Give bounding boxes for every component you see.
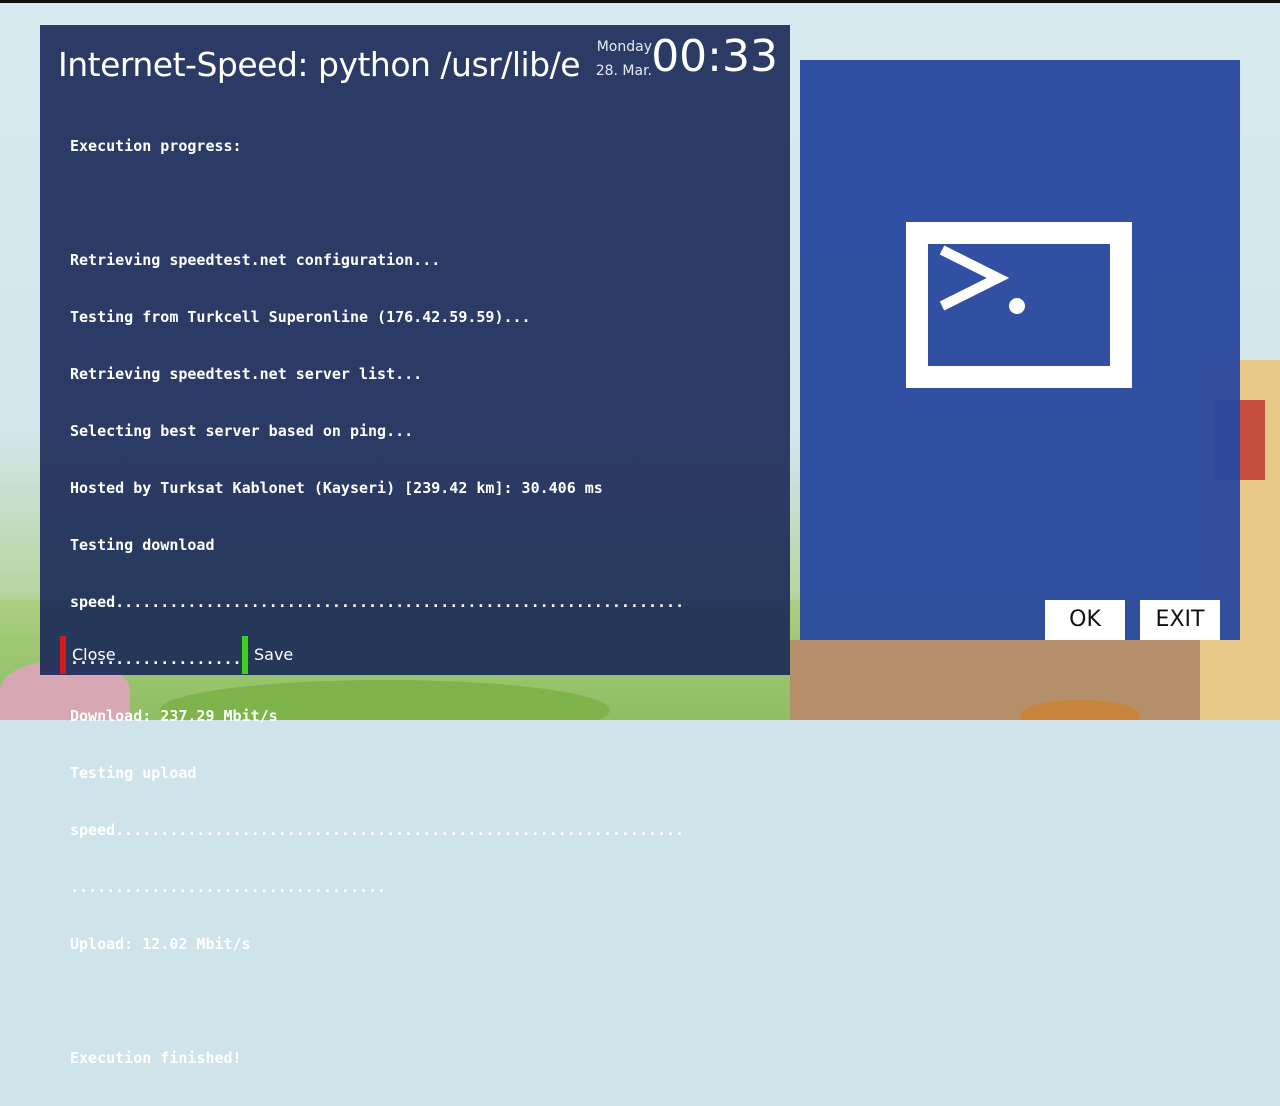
console-line: Download: 237.29 Mbit/s [70,707,278,725]
console-line: Testing download [70,536,215,554]
console-line: Retrieving speedtest.net configuration..… [70,251,441,269]
background-hedge [790,640,1220,720]
date-day: Monday [596,39,652,55]
console-line: ................................... [70,878,387,896]
console-line: Selecting best server based on ping... [70,422,414,440]
terminal-icon [906,222,1132,388]
console-line: Retrieving speedtest.net server list... [70,365,423,383]
window-title: Internet-Speed: python /usr/lib/enigma2/… [58,45,583,84]
background-top-edge [0,0,1280,3]
console-output[interactable]: Execution progress: Retrieving speedtest… [70,99,750,1106]
console-line: speed...................................… [70,593,685,611]
console-line: Execution progress: [70,137,242,155]
console-window: Internet-Speed: python /usr/lib/enigma2/… [40,25,790,1067]
console-line: Hosted by Turksat Kablonet (Kayseri) [23… [70,479,603,497]
console-line: Testing from Turkcell Superonline (176.4… [70,308,531,326]
green-key-indicator [242,636,248,674]
console-line: ................... [70,650,242,668]
console-line: Upload: 12.02 Mbit/s [70,935,251,953]
clock: 00:33 [651,31,778,82]
close-key-label: Close [72,645,116,664]
console-line: Execution finished! [70,1049,242,1067]
date-date: 28. Mar. [595,63,652,79]
red-key-indicator [60,636,66,674]
exit-button[interactable]: EXIT [1140,600,1220,640]
ok-button[interactable]: OK [1045,600,1125,640]
save-key-label: Save [254,645,294,664]
side-panel: OK EXIT [800,60,1240,640]
console-line: Testing upload [70,764,197,782]
console-line: speed...................................… [70,821,685,839]
